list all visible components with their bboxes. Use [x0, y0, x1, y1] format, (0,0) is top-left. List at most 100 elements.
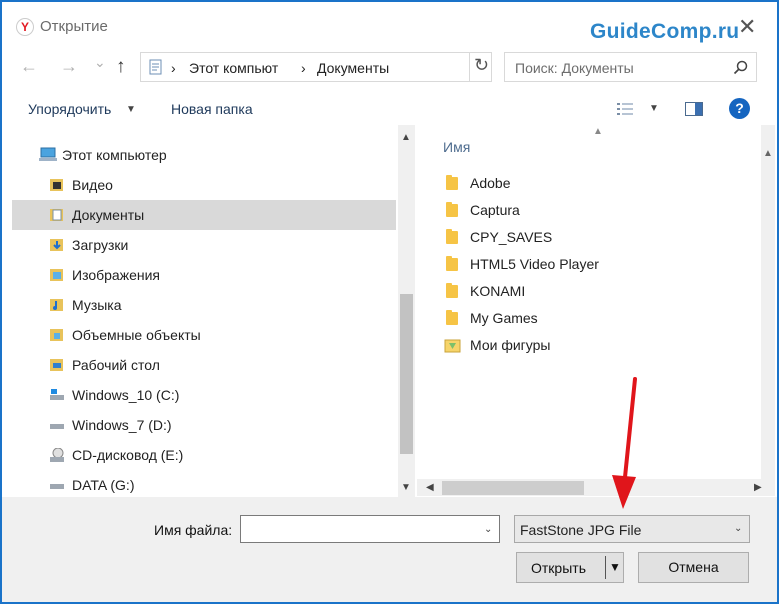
close-icon[interactable]: ✕: [738, 14, 756, 40]
file-name: Adobe: [470, 175, 511, 191]
search-box[interactable]: Поиск: Документы: [504, 52, 757, 82]
chevron-down-icon[interactable]: ⌄: [484, 524, 492, 535]
sidebar-item-cd-drive[interactable]: CD-дисковод (E:): [12, 440, 396, 470]
file-name: Мои фигуры: [470, 337, 551, 353]
sidebar-item-music[interactable]: Музыка: [12, 290, 396, 320]
sidebar-item-label: Windows_7 (D:): [72, 417, 172, 433]
shapes-folder-icon: [444, 339, 461, 353]
file-type-select[interactable]: FastStone JPG File ⌄: [514, 515, 750, 543]
address-divider: [469, 53, 470, 81]
scroll-right-icon[interactable]: ▶: [754, 482, 762, 493]
sidebar-item-label: Объемные объекты: [72, 327, 201, 343]
recent-locations-button[interactable]: ⌄: [94, 54, 106, 71]
scroll-up-icon[interactable]: ▲: [401, 132, 411, 143]
sidebar-item-drive-g[interactable]: DATA (G:): [12, 470, 396, 500]
file-name: CPY_SAVES: [470, 229, 553, 245]
sidebar-item-drive-d[interactable]: Windows_7 (D:): [12, 410, 396, 440]
navigation-scroll-thumb[interactable]: [400, 294, 413, 454]
documents-folder-icon: [50, 209, 63, 221]
filename-combobox[interactable]: ⌄: [240, 515, 500, 543]
sidebar-item-documents[interactable]: Документы: [12, 200, 396, 230]
file-name: Captura: [470, 202, 520, 218]
desktop-folder-icon: [50, 359, 63, 371]
folder-icon: [446, 175, 458, 190]
breadcrumb-this-pc[interactable]: Этот компьют: [189, 60, 278, 76]
column-header-name[interactable]: Имя: [443, 139, 470, 155]
search-icon[interactable]: [733, 60, 748, 75]
search-input[interactable]: Поиск: Документы: [515, 60, 634, 76]
file-list-vertical-scrollbar[interactable]: [761, 125, 775, 479]
help-icon[interactable]: ?: [729, 98, 750, 119]
sidebar-item-video[interactable]: Видео: [12, 170, 396, 200]
address-bar[interactable]: › Этот компьют › Документы ↻: [140, 52, 492, 82]
sidebar-item-3d-objects[interactable]: Объемные объекты: [12, 320, 396, 350]
sidebar-item-label: Изображения: [72, 267, 160, 283]
window-title: Открытие: [40, 18, 108, 35]
sidebar-item-label: Документы: [72, 207, 145, 223]
music-folder-icon: [50, 299, 63, 311]
up-button[interactable]: ↑: [116, 56, 126, 78]
sidebar-item-label: Загрузки: [72, 237, 129, 253]
sidebar-item-desktop[interactable]: Рабочий стол: [12, 350, 396, 380]
filename-label: Имя файла:: [154, 522, 233, 538]
scroll-left-icon[interactable]: ◀: [426, 482, 434, 493]
yandex-logo-icon: Y: [16, 18, 34, 36]
pictures-folder-icon: [50, 269, 63, 281]
folder-icon: [446, 256, 458, 271]
scroll-up-icon[interactable]: ▲: [763, 148, 773, 159]
cd-drive-icon: [50, 448, 64, 462]
open-button[interactable]: Открыть ▼: [516, 552, 624, 583]
sidebar-item-label: DATA (G:): [72, 477, 135, 493]
sidebar-item-label: Windows_10 (C:): [72, 387, 180, 403]
folder-icon: [446, 283, 458, 298]
chevron-down-icon[interactable]: ⌄: [734, 523, 742, 534]
new-folder-button[interactable]: Новая папка: [171, 101, 253, 117]
sidebar-item-label: Этот компьютер: [62, 147, 167, 163]
drive-icon: [50, 484, 64, 489]
file-name: My Games: [470, 310, 538, 326]
annotation-arrow-icon: [612, 377, 637, 509]
drive-icon: [50, 424, 64, 429]
organize-dropdown-icon: ▼: [126, 104, 136, 115]
horizontal-scroll-thumb[interactable]: [442, 481, 584, 495]
sidebar-item-label: CD-дисковод (E:): [72, 447, 184, 463]
preview-pane-icon[interactable]: [685, 102, 703, 116]
dialog-footer: [2, 497, 777, 602]
3d-objects-folder-icon: [50, 329, 63, 341]
file-name: KONAMI: [470, 283, 526, 299]
sidebar-item-pictures[interactable]: Изображения: [12, 260, 396, 290]
scroll-down-icon[interactable]: ▼: [401, 482, 411, 493]
refresh-icon[interactable]: ↻: [474, 55, 489, 76]
sidebar-item-this-pc[interactable]: Этот компьютер: [12, 140, 396, 170]
breadcrumb-separator: ›: [301, 60, 306, 76]
computer-icon: [39, 147, 57, 161]
downloads-folder-icon: [50, 239, 63, 251]
sort-ascending-icon: ▲: [593, 126, 603, 137]
open-file-dialog: Y Открытие GuideComp.ru ✕ ← → ⌄ ↑ › Этот…: [0, 0, 779, 604]
forward-button[interactable]: →: [60, 56, 78, 77]
cancel-button[interactable]: Отмена: [638, 552, 749, 583]
watermark: GuideComp.ru: [590, 20, 740, 43]
back-button[interactable]: ←: [20, 56, 38, 77]
view-options-icon[interactable]: [616, 102, 636, 116]
folder-icon: [446, 202, 458, 217]
view-dropdown-icon[interactable]: ▼: [649, 103, 659, 114]
sidebar-item-label: Видео: [72, 177, 113, 193]
breadcrumb-documents[interactable]: Документы: [317, 60, 389, 76]
organize-button[interactable]: Упорядочить: [28, 101, 111, 117]
system-drive-icon: [50, 389, 64, 400]
folder-icon: [446, 229, 458, 244]
video-folder-icon: [50, 179, 63, 191]
open-options-dropdown-icon[interactable]: ▼: [609, 560, 621, 574]
sidebar-item-label: Музыка: [72, 297, 122, 313]
file-list: [417, 125, 761, 479]
sidebar-item-drive-c[interactable]: Windows_10 (C:): [12, 380, 396, 410]
sidebar-item-label: Рабочий стол: [72, 357, 160, 373]
navigation-pane: Этот компьютер Видео Документы Загрузки …: [12, 125, 398, 497]
split-divider: [605, 556, 606, 579]
file-name: HTML5 Video Player: [470, 256, 599, 272]
folder-icon: [446, 310, 458, 325]
sidebar-item-downloads[interactable]: Загрузки: [12, 230, 396, 260]
open-button-label: Открыть: [531, 560, 586, 576]
breadcrumb-separator: ›: [171, 60, 176, 76]
